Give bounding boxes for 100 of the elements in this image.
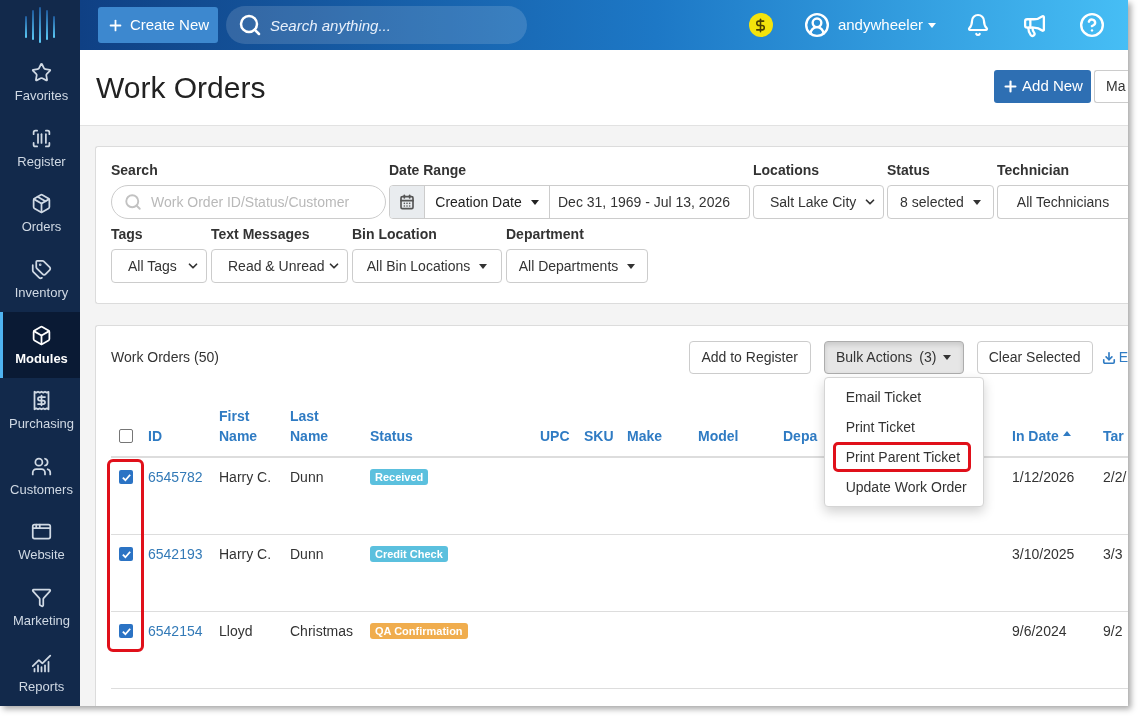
work-order-link[interactable]: 6542193 (148, 544, 203, 564)
sort-up-icon (1062, 431, 1071, 436)
toolbar-button[interactable]: Clear Selected (976, 341, 1093, 374)
package-icon (31, 193, 52, 215)
caret-down-icon (479, 263, 488, 269)
logo-mark[interactable] (24, 6, 56, 43)
sidebar-item[interactable]: Website (0, 509, 80, 575)
work-order-link[interactable]: 6545782 (148, 467, 203, 487)
dropdown-field[interactable]: All Departments (506, 249, 648, 283)
column-header[interactable]: UPC (540, 426, 570, 446)
sidebar-item[interactable]: Customers (0, 443, 80, 510)
column-header[interactable]: Status (370, 426, 413, 446)
dropdown-field[interactable]: All Bin Locations (352, 249, 502, 283)
column-header[interactable]: Make (627, 426, 663, 446)
sidebar-item[interactable]: Purchasing (0, 377, 80, 444)
toolbar-button[interactable]: Add to Register (688, 341, 811, 374)
caret-down-icon (627, 263, 636, 269)
filter-label: Search (111, 161, 158, 180)
dropdown-field[interactable]: 8 selected (887, 185, 994, 219)
sidebar-item[interactable]: Marketing (0, 574, 80, 641)
search-icon (124, 193, 142, 211)
filter-label: Technician (997, 161, 1070, 180)
sidebar-item[interactable]: Register (0, 115, 80, 181)
funnel-icon (31, 587, 52, 609)
sidebar-item[interactable]: Orders (0, 180, 80, 247)
download-icon (1101, 350, 1116, 365)
table-title: Work Orders (50) (111, 348, 219, 367)
select-field[interactable]: All Tags (111, 249, 207, 283)
filter-label: Locations (753, 161, 820, 180)
in-date-text: 9/6/2024 (1012, 622, 1067, 641)
column-header[interactable]: Tar (1103, 426, 1124, 446)
status-badge: QA Confirmation (370, 623, 468, 639)
filter-label: Text Messages (211, 225, 310, 244)
search-box[interactable]: Work Order ID/Status/Customer (111, 185, 386, 219)
work-order-link[interactable]: 6542154 (148, 621, 203, 641)
first-name-text: Lloyd (219, 622, 253, 641)
caret-down-icon (943, 355, 952, 360)
sidebar-item[interactable]: Reports (0, 640, 80, 706)
menu-item[interactable]: Update Work Order (832, 472, 971, 502)
status-badge: Credit Check (370, 546, 448, 562)
last-name-text: Dunn (290, 468, 324, 487)
page-title: Work Orders (96, 69, 266, 106)
column-header[interactable]: SKU (584, 426, 614, 446)
cube-icon (31, 324, 52, 346)
filter-label: Bin Location (352, 225, 437, 244)
megaphone-icon[interactable] (1022, 12, 1047, 38)
checkbox[interactable] (119, 547, 133, 561)
star-icon (31, 62, 52, 84)
date-text: 3/3 (1103, 545, 1123, 564)
search-input[interactable]: Work Order ID/Status/Customer (151, 188, 377, 216)
menu-item[interactable]: Print Parent Ticket (832, 442, 971, 472)
dropdown-field[interactable]: All Technicians (997, 185, 1128, 219)
add-new-button[interactable]: Add New (994, 70, 1091, 103)
checkbox[interactable] (119, 429, 133, 443)
barcode-scanner-icon (31, 127, 52, 149)
filter-label: Tags (111, 225, 143, 244)
export-link[interactable]: E (1101, 347, 1128, 368)
last-name-text: Christmas (290, 622, 353, 641)
column-header[interactable]: ID (148, 426, 162, 446)
column-header[interactable]: Model (698, 426, 739, 446)
search-input[interactable]: Search anything... (270, 10, 517, 40)
last-name-text: Dunn (290, 545, 324, 564)
caret-down-icon (972, 199, 981, 205)
create-new-button[interactable]: Create New (98, 7, 218, 43)
sidebar-item[interactable]: Inventory (0, 246, 80, 313)
filter-label: Department (506, 225, 584, 244)
user-avatar-icon[interactable] (803, 12, 830, 38)
menu-item[interactable]: Print Ticket (832, 412, 971, 442)
date-text: 9/2 (1103, 622, 1123, 641)
checkbox[interactable] (119, 624, 133, 638)
first-name-text: Harry C. (219, 468, 272, 487)
select-field[interactable]: Read & Unread (211, 249, 348, 283)
first-name-text: Harry C. (219, 545, 272, 564)
menu-item[interactable]: Email Ticket (832, 382, 971, 412)
receipt-icon (31, 390, 52, 412)
in-date-text: 3/10/2025 (1012, 545, 1075, 564)
search-box[interactable]: Search anything... (226, 6, 527, 44)
sidebar-item[interactable]: Favorites (0, 49, 80, 116)
select-field[interactable]: Salt Lake City (753, 185, 884, 219)
column-header[interactable]: Depa (783, 426, 818, 446)
tags-icon (31, 258, 52, 280)
checkbox[interactable] (119, 470, 133, 484)
in-date-text: 1/12/2026 (1012, 468, 1075, 487)
date-text: 2/2/ (1103, 468, 1127, 487)
status-badge: Received (370, 469, 429, 485)
dollar-coin-icon[interactable] (748, 13, 773, 37)
chart-icon (31, 652, 52, 674)
bulk-actions-button[interactable]: Bulk Actions (3) (823, 341, 964, 374)
plus-icon (1002, 78, 1020, 95)
search-icon (238, 13, 262, 37)
caret-down-icon (928, 22, 936, 28)
column-header[interactable]: In Date (1012, 426, 1071, 446)
users-icon (31, 455, 52, 477)
toolbar-button[interactable]: Ma (1094, 70, 1128, 103)
column-header[interactable]: Last Name (290, 406, 329, 446)
filter-label: Status (887, 161, 930, 180)
column-header[interactable]: First Name (219, 406, 258, 446)
filter-label: Date Range (389, 161, 467, 180)
sidebar-item[interactable]: Modules (0, 312, 80, 378)
bell-icon[interactable] (966, 13, 990, 37)
